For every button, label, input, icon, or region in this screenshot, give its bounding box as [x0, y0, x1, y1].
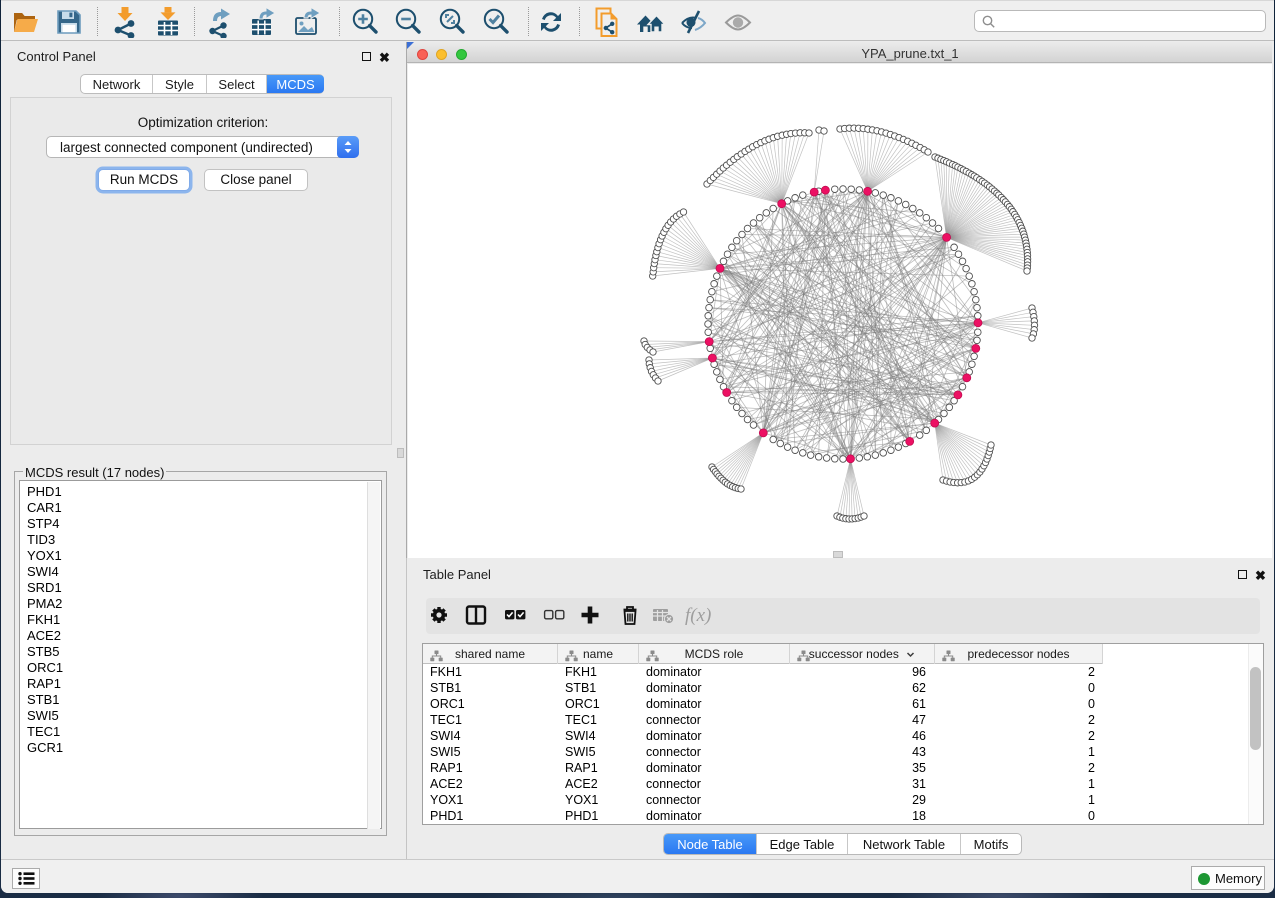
- svg-text:f(x): f(x): [685, 605, 711, 626]
